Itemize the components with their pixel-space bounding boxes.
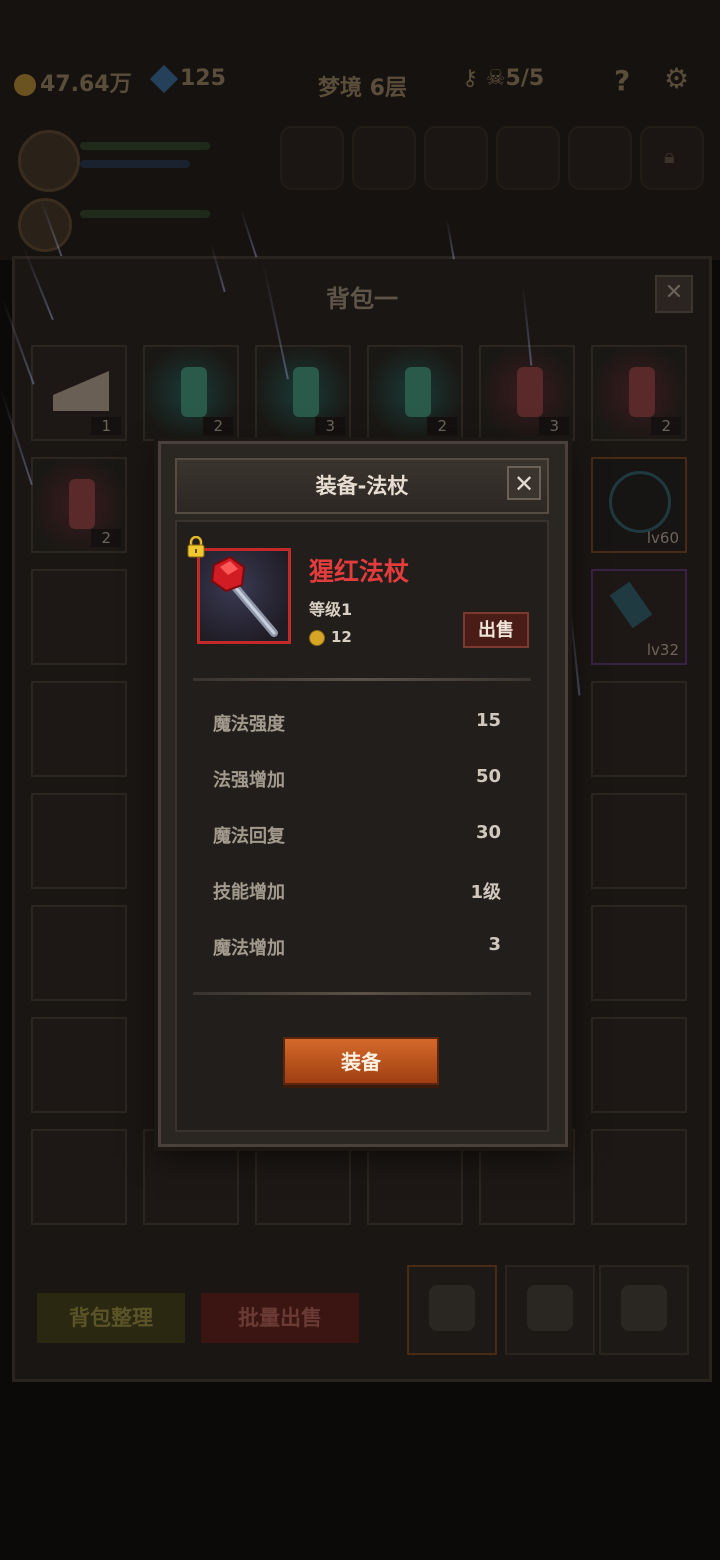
inventory-slot[interactable]: 2 <box>143 345 239 441</box>
key-icon: ⚷ <box>462 66 479 91</box>
inventory-slot[interactable] <box>591 1129 687 1225</box>
inventory-slot[interactable] <box>591 793 687 889</box>
potion-icon <box>181 367 207 417</box>
stat-value: 3 <box>488 934 501 955</box>
inventory-slot[interactable] <box>31 793 127 889</box>
backpack-icon <box>621 1285 667 1331</box>
cake-icon <box>53 371 109 411</box>
equip-slot-amulet[interactable] <box>568 126 632 190</box>
hp-bar <box>80 142 210 150</box>
inventory-slot[interactable] <box>31 569 127 665</box>
top-hud: 47.64万 125 梦境 6层 ⚷ ☠5/5 ? ⚙ 🔒︎ <box>0 0 720 260</box>
inventory-slot[interactable] <box>591 1017 687 1113</box>
bag-tab-2[interactable] <box>505 1265 595 1355</box>
item-level: 等级1 <box>309 600 353 619</box>
equip-slot-armor[interactable] <box>352 126 416 190</box>
potion-icon <box>629 367 655 417</box>
stat-label: 魔法增加 <box>213 938 285 959</box>
item-icon-frame[interactable] <box>197 548 291 644</box>
backpack-icon <box>429 1285 475 1331</box>
potion-icon <box>69 479 95 529</box>
backpack-close-button[interactable]: ✕ <box>655 275 693 313</box>
orb-icon <box>609 471 671 533</box>
sort-bag-button[interactable]: 背包整理 <box>37 1293 185 1343</box>
stat-value: 50 <box>475 766 501 787</box>
inventory-slot[interactable] <box>31 905 127 1001</box>
potion-icon <box>405 367 431 417</box>
item-detail-dialog: 装备-法杖 ✕ 猩红法杖 等级1 12 出售 魔法强度 15 法强增加 50 魔… <box>158 441 568 1147</box>
gold-counter: 47.64万 <box>14 66 132 98</box>
skull-icon: ☠ <box>485 66 506 91</box>
inventory-slot[interactable] <box>591 681 687 777</box>
gold-coin-icon <box>309 629 325 646</box>
sell-button[interactable]: 出售 <box>463 612 529 648</box>
inventory-slot[interactable] <box>31 1129 127 1225</box>
equip-slot-weapon[interactable] <box>280 126 344 190</box>
divider <box>193 678 531 681</box>
settings-icon[interactable]: ⚙ <box>664 62 689 95</box>
backpack-icon <box>527 1285 573 1331</box>
stage-label: 梦境 6层 <box>318 76 407 101</box>
stat-value: 1级 <box>470 882 501 903</box>
potion-icon <box>293 367 319 417</box>
inventory-slot[interactable] <box>31 681 127 777</box>
stat-label: 魔法回复 <box>213 826 285 847</box>
bag-tab-3[interactable] <box>599 1265 689 1355</box>
dialog-body: 猩红法杖 等级1 12 出售 魔法强度 15 法强增加 50 魔法回复 30 技… <box>175 520 549 1132</box>
staff-icon <box>609 581 653 629</box>
gold-coin-icon <box>14 74 36 96</box>
inventory-slot[interactable] <box>31 1017 127 1113</box>
help-button[interactable]: ? <box>614 64 630 97</box>
inventory-slot[interactable]: 3 <box>255 345 351 441</box>
inventory-slot[interactable]: 2 <box>367 345 463 441</box>
lock-icon[interactable] <box>187 536 205 558</box>
dialog-close-button[interactable]: ✕ <box>507 466 541 500</box>
batch-sell-button[interactable]: 批量出售 <box>201 1293 359 1343</box>
dialog-header: 装备-法杖 ✕ <box>175 458 549 514</box>
equip-button[interactable]: 装备 <box>283 1037 439 1085</box>
bag-tab-1[interactable] <box>407 1265 497 1355</box>
inventory-slot[interactable]: lv60 <box>591 457 687 553</box>
dialog-title: 装备-法杖 <box>315 474 409 498</box>
item-name: 猩红法杖 <box>309 557 410 586</box>
hero-avatar[interactable] <box>18 130 80 192</box>
key-counter: ⚷ ☠5/5 <box>462 66 545 91</box>
pet-avatar[interactable] <box>18 198 72 252</box>
stat-label: 技能增加 <box>213 882 285 903</box>
scarlet-staff-icon <box>210 555 278 637</box>
stat-value: 30 <box>475 822 501 843</box>
inventory-slot[interactable] <box>591 905 687 1001</box>
divider <box>193 992 531 995</box>
mp-bar <box>80 160 190 168</box>
equip-slot-helmet[interactable] <box>424 126 488 190</box>
gem-counter: 125 <box>149 64 226 94</box>
backpack-title: 背包一 <box>326 285 398 313</box>
inventory-slot[interactable]: lv32 <box>591 569 687 665</box>
diamond-icon <box>149 64 179 94</box>
stat-label: 法强增加 <box>213 770 285 791</box>
lock-icon: 🔒︎ <box>664 144 675 168</box>
equip-slot-ring[interactable] <box>496 126 560 190</box>
pet-hp-bar <box>80 210 210 218</box>
item-price: 12 <box>309 628 352 646</box>
potion-icon <box>517 367 543 417</box>
equip-slot-locked: 🔒︎ <box>640 126 704 190</box>
stat-value: 15 <box>475 710 501 731</box>
inventory-slot[interactable]: 1 <box>31 345 127 441</box>
stat-label: 魔法强度 <box>213 714 285 735</box>
inventory-slot[interactable]: 2 <box>591 345 687 441</box>
inventory-slot[interactable]: 3 <box>479 345 575 441</box>
inventory-slot[interactable]: 2 <box>31 457 127 553</box>
